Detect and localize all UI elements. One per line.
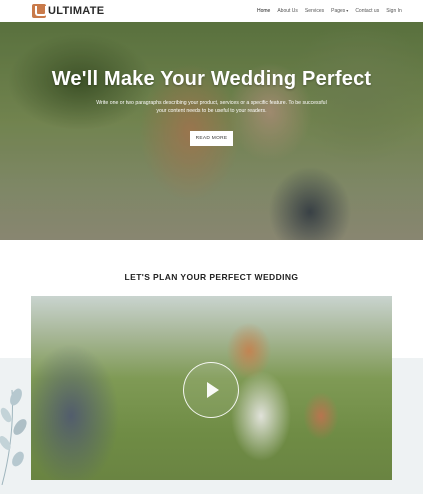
main-nav: Home About Us Services Pages▾ Contact us…: [257, 0, 409, 22]
site-header: ULTIMATE Home About Us Services Pages▾ C…: [0, 0, 423, 22]
chevron-down-icon: ▾: [346, 8, 349, 13]
logo-mark-icon: [32, 4, 47, 18]
play-icon: [207, 382, 219, 398]
nav-item-home[interactable]: Home: [257, 8, 270, 14]
logo[interactable]: ULTIMATE: [32, 4, 104, 18]
play-button[interactable]: [183, 362, 239, 418]
nav-item-services[interactable]: Services: [305, 8, 324, 14]
nav-item-pages[interactable]: Pages▾: [331, 8, 348, 14]
nav-item-pages-label: Pages: [331, 8, 346, 14]
read-more-button[interactable]: READ MORE: [190, 131, 233, 146]
nav-item-contact-us[interactable]: Contact us: [355, 8, 379, 14]
hero-subtitle: Write one or two paragraphs describing y…: [96, 100, 327, 114]
logo-text: ULTIMATE: [48, 5, 105, 17]
nav-item-about-us[interactable]: About Us: [277, 8, 298, 14]
section-title: LET'S PLAN YOUR PERFECT WEDDING: [124, 272, 299, 282]
nav-item-sign-in[interactable]: Sign In: [386, 8, 402, 14]
hero-title: We'll Make Your Wedding Perfect: [51, 68, 372, 90]
